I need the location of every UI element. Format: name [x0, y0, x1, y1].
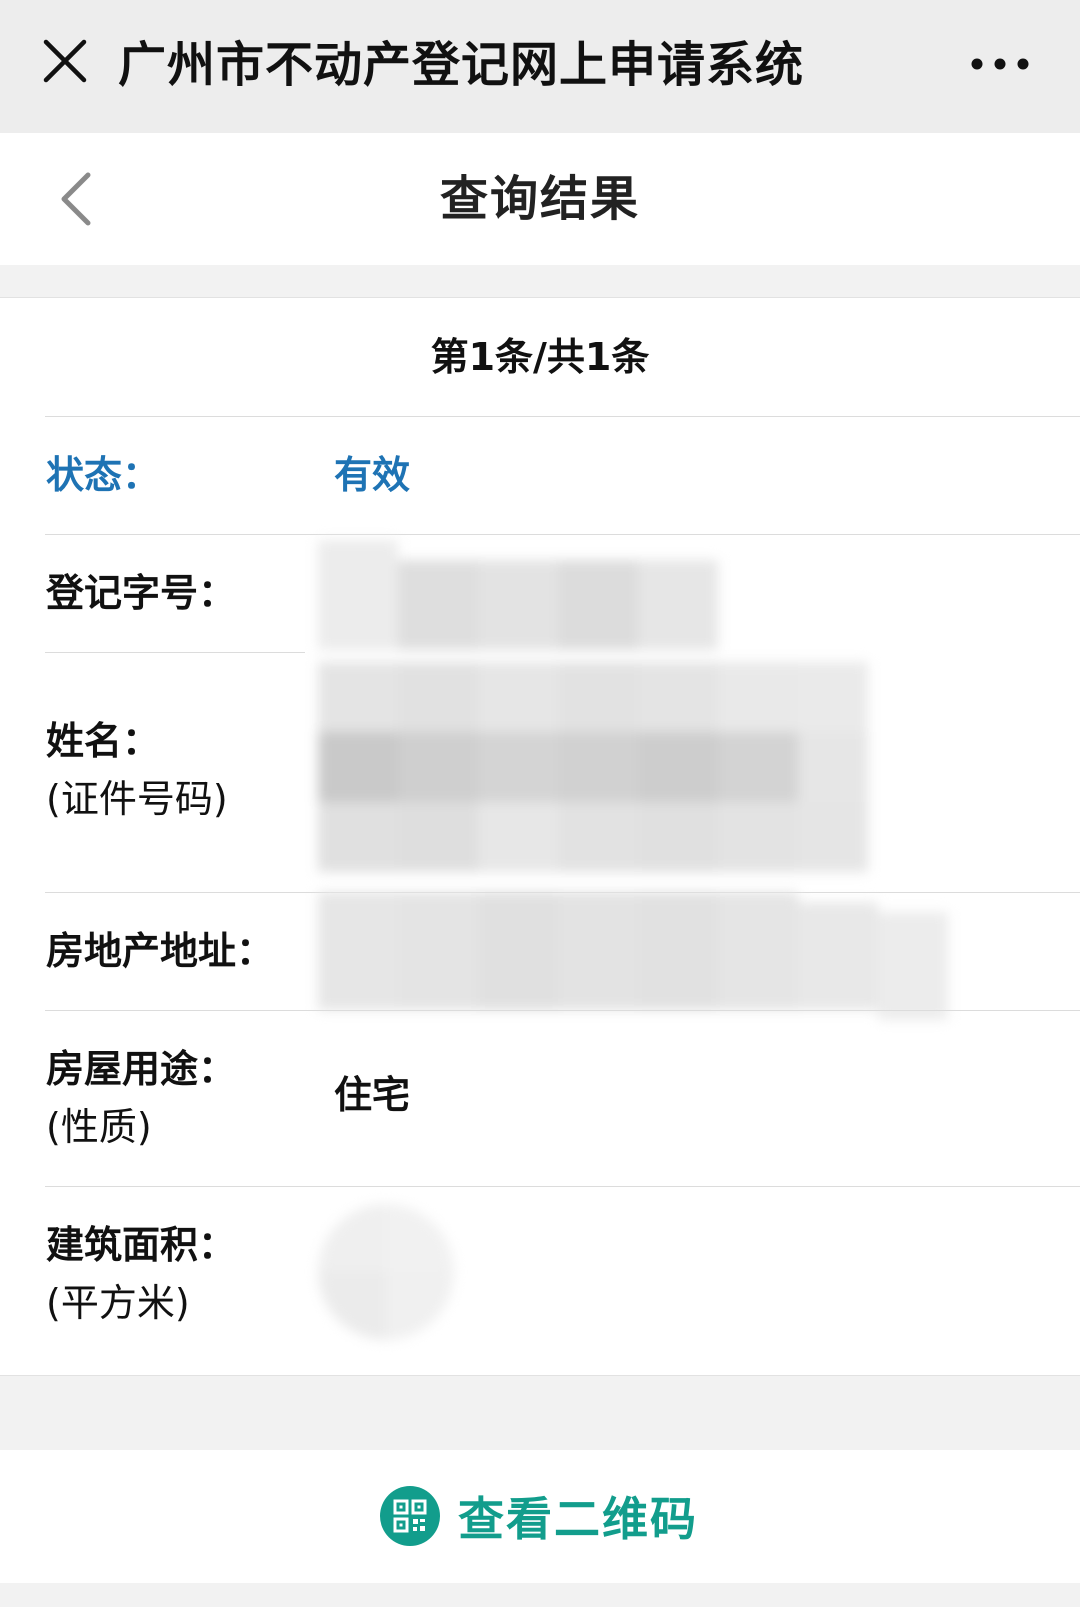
page-title: 查询结果 — [439, 171, 640, 227]
qr-code-icon — [380, 1486, 440, 1546]
row-floor-area: 建筑面积： (平方米) — [0, 1186, 1080, 1362]
name-label: 姓名： (证件号码) — [46, 712, 228, 828]
result-card: 第1条/共1条 状态： 有效 登记字号： 姓名： (证件号码) 房地产地址： 房… — [0, 297, 1080, 1376]
row-registration-number: 登记字号： — [0, 534, 1080, 652]
row-address: 房地产地址： — [0, 892, 1080, 1020]
id-number-label: (证件号码) — [46, 777, 228, 821]
floor-area-label-text: 建筑面积： — [46, 1223, 237, 1267]
floor-area-unit-label: (平方米) — [46, 1281, 190, 1325]
view-qr-code-button[interactable]: 查看二维码 — [380, 1480, 698, 1552]
usage-label: 房屋用途： (性质) — [46, 1040, 236, 1156]
page-header: 查询结果 — [0, 133, 1080, 265]
redacted-registration-number — [318, 540, 728, 650]
registration-number-label: 登记字号： — [46, 571, 237, 615]
usage-nature-label: (性质) — [46, 1105, 152, 1149]
address-label: 房地产地址： — [46, 929, 275, 973]
back-button[interactable] — [40, 163, 112, 235]
status-label: 状态： — [46, 453, 161, 497]
redacted-name-id — [318, 652, 878, 882]
status-value: 有效 — [334, 453, 411, 497]
row-status: 状态： 有效 — [0, 416, 1080, 534]
more-button[interactable] — [950, 36, 1050, 92]
usage-value: 住宅 — [334, 1073, 411, 1117]
webview-topbar: 广州市不动产登记网上申请系统 — [0, 0, 1080, 133]
close-icon — [43, 39, 87, 83]
redacted-floor-area — [318, 1204, 454, 1340]
close-button[interactable] — [30, 26, 100, 96]
row-usage: 房屋用途： (性质) 住宅 — [0, 1010, 1080, 1186]
result-pager: 第1条/共1条 — [430, 335, 650, 379]
floor-area-label: 建筑面积： (平方米) — [46, 1216, 236, 1332]
usage-label-text: 房屋用途： — [46, 1047, 237, 1091]
view-qr-code-label: 查看二维码 — [458, 1492, 698, 1546]
redacted-address — [318, 892, 958, 1022]
row-name: 姓名： (证件号码) — [0, 652, 1080, 892]
app-title: 广州市不动产登记网上申请系统 — [118, 37, 805, 93]
more-horizontal-icon — [971, 58, 1029, 70]
chevron-left-icon — [61, 172, 91, 226]
name-label-text: 姓名： — [46, 719, 161, 763]
bottom-action-bar: 查看二维码 — [0, 1450, 1080, 1583]
